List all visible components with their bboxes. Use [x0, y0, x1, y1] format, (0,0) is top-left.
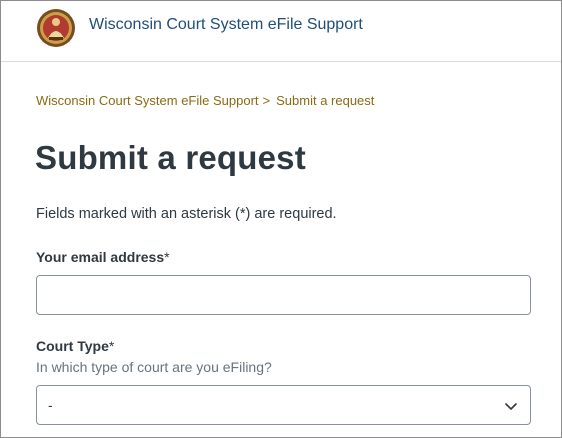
court-type-required-asterisk: *	[108, 338, 115, 354]
court-type-label: Court Type*	[36, 338, 114, 354]
breadcrumb: Wisconsin Court System eFile Support > Sub…	[36, 93, 374, 108]
email-label-text: Your email address	[36, 249, 165, 265]
page-title: Submit a request	[35, 139, 306, 176]
email-input[interactable]	[36, 275, 531, 315]
breadcrumb-home-link[interactable]: Wisconsin Court System eFile Support	[36, 93, 259, 108]
court-type-label-text: Court Type	[36, 338, 109, 354]
required-fields-note: Fields marked with an asterisk (*) are r…	[36, 206, 337, 222]
email-required-asterisk: *	[164, 249, 170, 265]
breadcrumb-current-link[interactable]: Submit a request	[276, 93, 374, 108]
court-type-select[interactable]: -	[36, 385, 531, 425]
chevron-down-icon	[505, 403, 517, 410]
court-type-hint: In which type of court are you eFiling?	[36, 359, 272, 375]
court-type-selected-value: -	[48, 397, 53, 413]
court-seal-icon[interactable]	[36, 8, 76, 48]
breadcrumb-separator: >	[262, 93, 271, 108]
site-header: Wisconsin Court System eFile Support	[1, 1, 561, 62]
email-label: Your email address*	[36, 249, 170, 265]
site-title-link[interactable]: Wisconsin Court System eFile Support	[89, 16, 363, 34]
